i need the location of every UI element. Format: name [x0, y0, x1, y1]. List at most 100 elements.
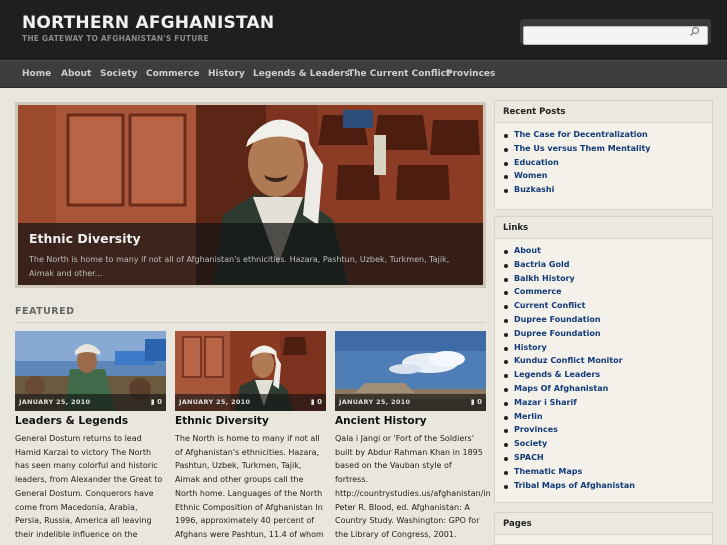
- card-image[interactable]: JANUARY 25, 2010 ▮ 0: [15, 331, 166, 411]
- sidebar-link[interactable]: Commerce: [503, 287, 712, 301]
- card-title[interactable]: Ethnic Diversity: [175, 415, 269, 427]
- recent-post-link[interactable]: Education: [503, 158, 712, 172]
- recent-posts-widget: Recent Posts The Case for Decentralizati…: [494, 100, 713, 210]
- card-excerpt: General Dostum returns to lead Hamid Kar…: [15, 434, 163, 545]
- sidebar-link[interactable]: Mazar i Sharif: [503, 398, 712, 412]
- site-title[interactable]: NORTHERN AFGHANISTAN: [22, 13, 274, 33]
- sidebar-link-label: Provinces: [514, 425, 558, 435]
- bullet-icon: [504, 318, 508, 323]
- post-date: JANUARY 25, 2010: [19, 398, 91, 406]
- main-nav: Home About Society Commerce History Lege…: [0, 60, 727, 88]
- comment-count[interactable]: ▮ 0: [471, 398, 482, 406]
- links-widget: Links About Bactria Gold Balkh History C…: [494, 216, 713, 503]
- sidebar-link-label: Balkh History: [514, 273, 575, 283]
- bullet-icon: [504, 484, 508, 489]
- recent-post-link[interactable]: Women: [503, 171, 712, 185]
- sidebar-link-label: Current Conflict: [514, 301, 586, 311]
- sidebar-link[interactable]: Legends & Leaders: [503, 370, 712, 384]
- featured-slider: Ethnic Diversity The North is home to ma…: [15, 102, 486, 288]
- sidebar-link[interactable]: Merlin: [503, 412, 712, 426]
- comment-count-value: 0: [317, 398, 322, 406]
- search-input[interactable]: [523, 25, 708, 45]
- comment-count[interactable]: ▮ 0: [151, 398, 162, 406]
- featured-card: JANUARY 25, 2010 ▮ 0 Leaders & Legends G…: [15, 331, 166, 545]
- comment-icon: ▮: [310, 398, 315, 406]
- nav-item-home[interactable]: Home: [22, 69, 51, 79]
- sidebar-link[interactable]: Balkh History: [503, 274, 712, 288]
- recent-post-label: Women: [514, 171, 548, 181]
- bullet-icon: [504, 277, 508, 282]
- card-image[interactable]: JANUARY 25, 2010 ▮ 0: [335, 331, 486, 411]
- search-icon[interactable]: [689, 26, 700, 37]
- slider-image[interactable]: Ethnic Diversity The North is home to ma…: [18, 105, 483, 285]
- sidebar-link[interactable]: Tribal Maps of Afghanistan: [503, 481, 712, 495]
- widget-title: Recent Posts: [495, 101, 712, 123]
- nav-item-legends-leaders[interactable]: Legends & Leaders: [253, 69, 350, 79]
- sidebar-link-label: Society: [514, 439, 548, 449]
- nav-item-provinces[interactable]: Provinces: [446, 69, 495, 79]
- sidebar-link-label: History: [514, 342, 547, 352]
- bullet-icon: [504, 346, 508, 351]
- site-header: NORTHERN AFGHANISTAN THE GATEWAY TO AFGH…: [0, 0, 727, 60]
- recent-post-link[interactable]: The Us versus Them Mentality: [503, 144, 712, 158]
- featured-card: JANUARY 25, 2010 ▮ 0 Ancient History Qal…: [335, 331, 491, 545]
- comment-count[interactable]: ▮ 0: [311, 398, 322, 406]
- sidebar-link-label: Thematic Maps: [514, 466, 583, 476]
- slider-title[interactable]: Ethnic Diversity: [29, 231, 141, 246]
- slider-caption: Ethnic Diversity The North is home to ma…: [18, 223, 483, 285]
- post-date: JANUARY 25, 2010: [179, 398, 251, 406]
- sidebar-link-label: SPACH: [514, 452, 544, 462]
- bullet-icon: [504, 415, 508, 420]
- featured-card: JANUARY 25, 2010 ▮ 0 Ethnic Diversity Th…: [175, 331, 326, 545]
- bullet-icon: [504, 291, 508, 296]
- recent-post-link[interactable]: The Case for Decentralization: [503, 130, 712, 144]
- sidebar-link[interactable]: Thematic Maps: [503, 467, 712, 481]
- sidebar-link[interactable]: History: [503, 343, 712, 357]
- card-title[interactable]: Ancient History: [335, 415, 427, 427]
- bullet-icon: [504, 263, 508, 268]
- bullet-icon: [504, 332, 508, 337]
- nav-item-commerce[interactable]: Commerce: [146, 69, 200, 79]
- sidebar-link-label: Dupree Foundation: [514, 328, 601, 338]
- recent-post-link[interactable]: Buzkashi: [503, 185, 712, 199]
- nav-item-about[interactable]: About: [61, 69, 91, 79]
- bullet-icon: [504, 360, 508, 365]
- sidebar-link-label: About: [514, 246, 541, 255]
- sidebar-link[interactable]: About: [503, 246, 712, 260]
- sidebar-link-label: Dupree Foundation: [514, 314, 601, 324]
- widget-title: Links: [495, 217, 712, 239]
- sidebar-link[interactable]: Current Conflict: [503, 301, 712, 315]
- sidebar-link[interactable]: Bactria Gold: [503, 260, 712, 274]
- sidebar-link[interactable]: Kunduz Conflict Monitor: [503, 356, 712, 370]
- card-image[interactable]: JANUARY 25, 2010 ▮ 0: [175, 331, 326, 411]
- sidebar-link[interactable]: Maps Of Afghanistan: [503, 384, 712, 398]
- card-meta: JANUARY 25, 2010 ▮ 0: [335, 394, 486, 411]
- sidebar-link-label: Commerce: [514, 287, 562, 297]
- bullet-icon: [504, 134, 508, 138]
- sidebar-link-label: Kunduz Conflict Monitor: [514, 356, 623, 366]
- sidebar-link[interactable]: SPACH: [503, 453, 712, 467]
- sidebar-link-label: Bactria Gold: [514, 259, 570, 269]
- card-meta: JANUARY 25, 2010 ▮ 0: [15, 394, 166, 411]
- nav-item-history[interactable]: History: [208, 69, 245, 79]
- recent-post-label: The Case for Decentralization: [514, 130, 648, 139]
- bullet-icon: [504, 250, 508, 254]
- sidebar-link-label: Tribal Maps of Afghanistan: [514, 480, 635, 490]
- search-box: [520, 19, 711, 45]
- sidebar-link[interactable]: Society: [503, 439, 712, 453]
- nav-item-current-conflict[interactable]: The Current Conflict: [348, 69, 450, 79]
- bullet-icon: [504, 374, 508, 379]
- slider-excerpt: The North is home to many if not all of …: [29, 255, 450, 278]
- sidebar-link[interactable]: Dupree Foundation: [503, 315, 712, 329]
- card-title[interactable]: Leaders & Legends: [15, 415, 128, 427]
- sidebar-link[interactable]: Provinces: [503, 425, 712, 439]
- sidebar-link[interactable]: Dupree Foundation: [503, 329, 712, 343]
- recent-post-label: The Us versus Them Mentality: [514, 143, 651, 153]
- comment-count-value: 0: [157, 398, 162, 406]
- recent-post-label: Buzkashi: [514, 185, 555, 195]
- sidebar-link-label: Mazar i Sharif: [514, 397, 577, 407]
- recent-post-label: Education: [514, 157, 559, 167]
- comment-icon: ▮: [150, 398, 155, 406]
- widget-title: Pages: [495, 513, 712, 535]
- nav-item-society[interactable]: Society: [100, 69, 137, 79]
